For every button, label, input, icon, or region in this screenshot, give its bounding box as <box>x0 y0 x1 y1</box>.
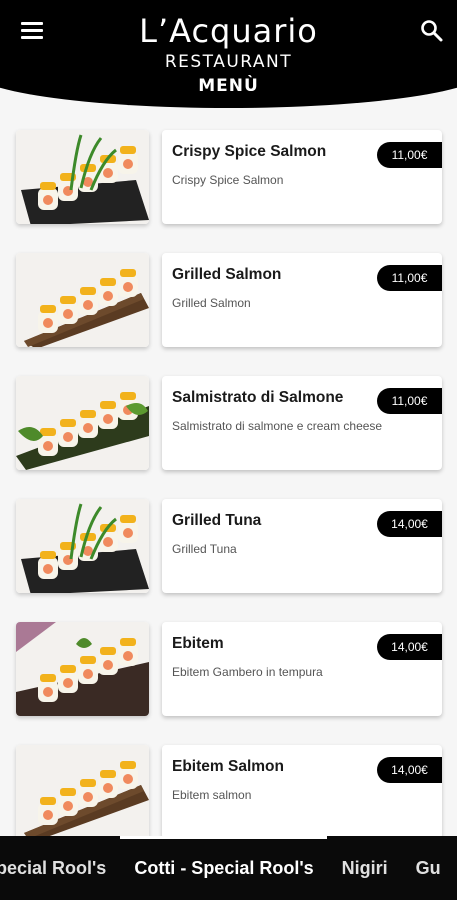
restaurant-subtitle: RESTAURANT <box>164 52 293 72</box>
menu-item-name: Ebitem Salmon <box>172 758 284 775</box>
menu-item[interactable]: Salmistrato di Salmone Salmistrato di sa… <box>0 374 457 497</box>
menu-item-price-badge: 14,00€ <box>377 511 442 537</box>
menu-item-card[interactable]: Salmistrato di Salmone Salmistrato di sa… <box>162 376 442 470</box>
menu-item-image[interactable] <box>16 622 149 716</box>
menu-item-image[interactable] <box>16 745 149 839</box>
category-tab[interactable]: Nigiri <box>328 836 402 900</box>
menu-item-name: Grilled Salmon <box>172 266 282 283</box>
menu-item-description: Crispy Spice Salmon <box>172 173 284 187</box>
search-icon[interactable] <box>419 18 445 44</box>
brand-block: L’Acquario RESTAURANT MENÙ <box>0 12 457 96</box>
menu-item-price-badge: 11,00€ <box>377 142 442 168</box>
menu-item-card[interactable]: Ebitem Ebitem Gambero in tempura 14,00€ <box>162 622 442 716</box>
menu-item-card[interactable]: Grilled Salmon Grilled Salmon 11,00€ <box>162 253 442 347</box>
menu-item-card[interactable]: Grilled Tuna Grilled Tuna 14,00€ <box>162 499 442 593</box>
category-tab[interactable]: Gu <box>402 836 455 900</box>
menu-item-image[interactable] <box>16 130 149 224</box>
active-tab-indicator <box>120 836 327 839</box>
menu-item-price-badge: 14,00€ <box>377 634 442 660</box>
menu-item-description: Grilled Salmon <box>172 296 251 310</box>
menu-item-image[interactable] <box>16 376 149 470</box>
category-tab[interactable]: Special Rool's <box>0 836 120 900</box>
menu-item-price-badge: 11,00€ <box>377 265 442 291</box>
category-tab-bar: Special Rool'sCotti - Special Rool'sNigi… <box>0 836 457 900</box>
menu-item-image[interactable] <box>16 253 149 347</box>
app-screen: L’Acquario RESTAURANT MENÙ Crispy Spice … <box>0 0 457 900</box>
page-title: MENÙ <box>198 76 259 96</box>
menu-item-image[interactable] <box>16 499 149 593</box>
menu-item-description: Grilled Tuna <box>172 542 237 556</box>
menu-item-price-badge: 14,00€ <box>377 757 442 783</box>
menu-item-description: Ebitem salmon <box>172 788 252 802</box>
restaurant-name: L’Acquario <box>139 12 318 50</box>
menu-item[interactable]: Crispy Spice Salmon Crispy Spice Salmon … <box>0 128 457 251</box>
menu-item-description: Ebitem Gambero in tempura <box>172 665 323 679</box>
menu-item-name: Salmistrato di Salmone <box>172 389 344 406</box>
category-tab-active[interactable]: Cotti - Special Rool's <box>120 836 327 900</box>
menu-item-card[interactable]: Ebitem Salmon Ebitem salmon 14,00€ <box>162 745 442 839</box>
header: L’Acquario RESTAURANT MENÙ <box>0 0 457 110</box>
menu-item-name: Grilled Tuna <box>172 512 262 529</box>
menu-item[interactable]: Grilled Salmon Grilled Salmon 11,00€ <box>0 251 457 374</box>
category-tab-track: Special Rool'sCotti - Special Rool'sNigi… <box>0 836 455 900</box>
menu-item[interactable]: Grilled Tuna Grilled Tuna 14,00€ <box>0 497 457 620</box>
menu-item-name: Crispy Spice Salmon <box>172 143 327 160</box>
menu-item[interactable]: Ebitem Ebitem Gambero in tempura 14,00€ <box>0 620 457 743</box>
menu-item-description: Salmistrato di salmone e cream cheese <box>172 419 383 433</box>
menu-item-card[interactable]: Crispy Spice Salmon Crispy Spice Salmon … <box>162 130 442 224</box>
menu-item-list: Crispy Spice Salmon Crispy Spice Salmon … <box>0 128 457 866</box>
menu-item-name: Ebitem <box>172 635 224 652</box>
menu-item-price-badge: 11,00€ <box>377 388 442 414</box>
